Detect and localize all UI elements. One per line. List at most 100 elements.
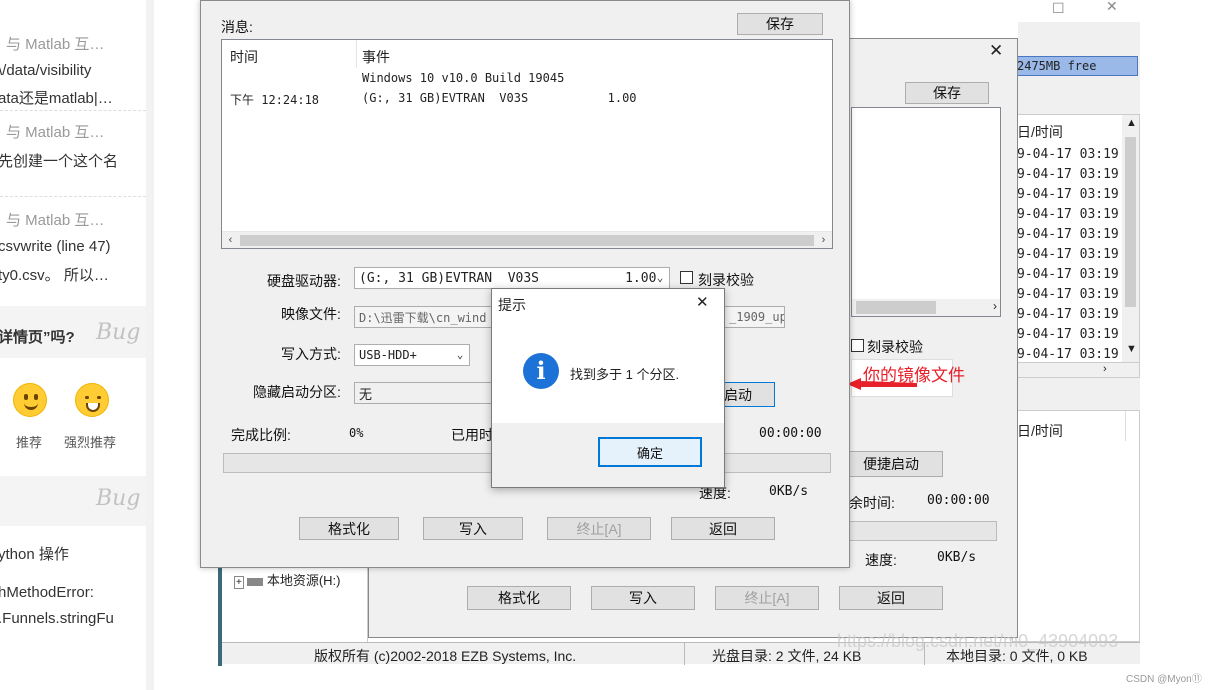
bug-watermark: Bug [96, 486, 141, 511]
laugh-emoji-icon[interactable] [75, 383, 109, 417]
back-progress-bar [849, 521, 997, 541]
verify-label: 刻录校验 [698, 272, 754, 288]
chevron-down-icon[interactable]: ⌄ [651, 268, 669, 288]
related-article-snippet[interactable]: ata还是matlab|… [0, 87, 113, 108]
write-button[interactable]: 写入 [591, 586, 695, 610]
list-item[interactable]: 9-04-17 03:19 [1017, 347, 1119, 362]
scroll-thumb[interactable] [856, 301, 936, 314]
list-item[interactable]: 9-04-17 03:19 [1017, 287, 1119, 302]
article-snippet[interactable]: .Funnels.stringFu [0, 610, 114, 627]
stop-button: 终止[A] [715, 586, 819, 610]
speed-value: 0KB/s [769, 484, 809, 499]
list-item[interactable]: 9-04-17 03:19 [1017, 327, 1119, 342]
chevron-down-icon[interactable]: ⌄ [451, 345, 469, 365]
local-file-list[interactable]: 日/时间 [1012, 410, 1140, 642]
back-button[interactable]: 返回 [671, 517, 775, 540]
article-snippet[interactable]: hMethodError: [0, 584, 94, 601]
sidebar-gutter [146, 0, 154, 690]
recommend-label[interactable]: 推荐 [16, 432, 42, 451]
scroll-right-icon[interactable]: › [993, 299, 997, 313]
blog-sidebar: 与 Matlab 互… \/data/visibility ata还是matla… [0, 0, 146, 690]
messages-label: 消息: [221, 19, 253, 35]
info-icon: i [523, 353, 559, 389]
quick-boot-button[interactable]: 便捷启动 [839, 451, 943, 477]
drive-label: 硬盘驱动器: [267, 273, 341, 289]
cd-file-list[interactable]: 日/时间 9-04-17 03:19 9-04-17 03:19 9-04-17… [1012, 114, 1140, 376]
divider [0, 110, 146, 111]
back-button[interactable]: 返回 [839, 586, 943, 610]
write-mode-select[interactable]: USB-HDD+ ⌄ [354, 344, 470, 366]
column-header-datetime[interactable]: 日/时间 [1017, 122, 1063, 142]
elapsed-value: 00:00:00 [759, 426, 822, 441]
boot-button-partial[interactable]: 启动 [723, 382, 775, 407]
remaining-time-label: 余时间: [849, 495, 895, 511]
elapsed-label: 已用时 [451, 427, 493, 443]
image-file-field[interactable]: D:\迅雷下载\cn_wind [354, 306, 494, 328]
write-button[interactable]: 写入 [423, 517, 523, 540]
scroll-up-icon[interactable]: ▲ [1126, 117, 1137, 129]
list-item[interactable]: 9-04-17 03:19 [1017, 247, 1119, 262]
list-item[interactable]: 9-04-17 03:19 [1017, 307, 1119, 322]
local-tree-panel: + 本地资源(H:) [222, 566, 368, 642]
feedback-question: 详情页”吗? [0, 329, 75, 346]
speed-label: 速度: [865, 552, 897, 568]
close-icon[interactable]: ✕ [989, 41, 1003, 61]
verify-checkbox[interactable] [680, 271, 693, 284]
related-article-snippet[interactable]: csvwrite (line 47) [0, 238, 111, 255]
dialog-title: 提示 [498, 297, 526, 313]
tree-item-local-resource[interactable]: + 本地资源(H:) [234, 570, 341, 589]
column-header-event[interactable]: 事件 [362, 47, 390, 67]
horizontal-scrollbar[interactable]: › [1012, 362, 1140, 378]
horizontal-scrollbar[interactable]: ‹ › [222, 231, 832, 248]
scroll-thumb[interactable] [1125, 137, 1136, 307]
related-article-snippet[interactable]: \/data/visibility [0, 62, 91, 79]
strong-recommend-label[interactable]: 强烈推荐 [64, 432, 116, 451]
save-button[interactable]: 保存 [737, 13, 823, 35]
drive-icon [246, 577, 263, 586]
drive-select[interactable]: (G:, 31 GB)EVTRAN V03S 1.00 ⌄ [354, 267, 670, 289]
copyright-text: 版权所有 (c)2002-2018 EZB Systems, Inc. [314, 648, 577, 664]
ok-button[interactable]: 确定 [598, 437, 702, 467]
expand-icon[interactable]: + [234, 576, 244, 589]
url-watermark: https://blog.csdn.net/m0_43904093 [837, 631, 1119, 651]
maximize-icon[interactable]: ☐ [1052, 0, 1065, 17]
scroll-right-icon[interactable]: › [815, 232, 832, 249]
message-list[interactable]: 时间 事件 Windows 10 v10.0 Build 19045 下午 12… [221, 39, 833, 249]
related-article-snippet[interactable]: ty0.csv。 所以… [0, 264, 109, 285]
related-article-snippet[interactable]: 先创建一个这个名 [0, 150, 118, 171]
list-item[interactable]: 9-04-17 03:19 [1017, 207, 1119, 222]
list-item[interactable]: 9-04-17 03:19 [1017, 187, 1119, 202]
format-button[interactable]: 格式化 [299, 517, 399, 540]
article-snippet[interactable]: ython 操作 [0, 543, 69, 564]
verify-checkbox[interactable] [851, 339, 864, 352]
hidden-partition-select[interactable]: 无 [354, 382, 494, 404]
smile-emoji-icon[interactable] [13, 383, 47, 417]
column-header-time[interactable]: 时间 [230, 47, 258, 67]
scroll-thumb[interactable] [240, 235, 814, 246]
scroll-left-icon[interactable]: ‹ [222, 232, 239, 249]
info-dialog: 提示 ✕ i 找到多于 1 个分区. 确定 [491, 288, 725, 488]
progress-value: 0% [349, 426, 364, 440]
scroll-down-icon[interactable]: ▼ [1126, 343, 1137, 355]
list-item[interactable]: 9-04-17 03:19 [1017, 147, 1119, 162]
image-file-field-tail[interactable]: _1909_up [725, 306, 785, 328]
list-item[interactable]: 9-04-17 03:19 [1017, 167, 1119, 182]
related-article-meta: 与 Matlab 互… [6, 212, 105, 229]
dialog-footer: 确定 [492, 423, 724, 487]
list-item[interactable]: 9-04-17 03:19 [1017, 227, 1119, 242]
message-list[interactable]: › [851, 107, 1001, 317]
hidden-partition-label: 隐藏启动分区: [253, 384, 341, 400]
stop-button: 终止[A] [547, 517, 651, 540]
dialog-message: 找到多于 1 个分区. [570, 367, 680, 382]
column-header-datetime[interactable]: 日/时间 [1017, 421, 1063, 441]
related-article-meta: 与 Matlab 互… [6, 124, 105, 141]
corner-watermark: CSDN @Myon⑪ [1126, 674, 1202, 685]
close-icon[interactable]: ✕ [1106, 0, 1118, 15]
scroll-right-icon[interactable]: › [1103, 363, 1107, 375]
list-item[interactable]: 9-04-17 03:19 [1017, 267, 1119, 282]
vertical-scrollbar[interactable]: ▲ ▼ [1122, 115, 1139, 375]
save-button[interactable]: 保存 [905, 82, 989, 104]
format-button[interactable]: 格式化 [467, 586, 571, 610]
close-icon[interactable]: ✕ [696, 293, 709, 311]
annotation-text: 你的镜像文件 [863, 366, 965, 385]
